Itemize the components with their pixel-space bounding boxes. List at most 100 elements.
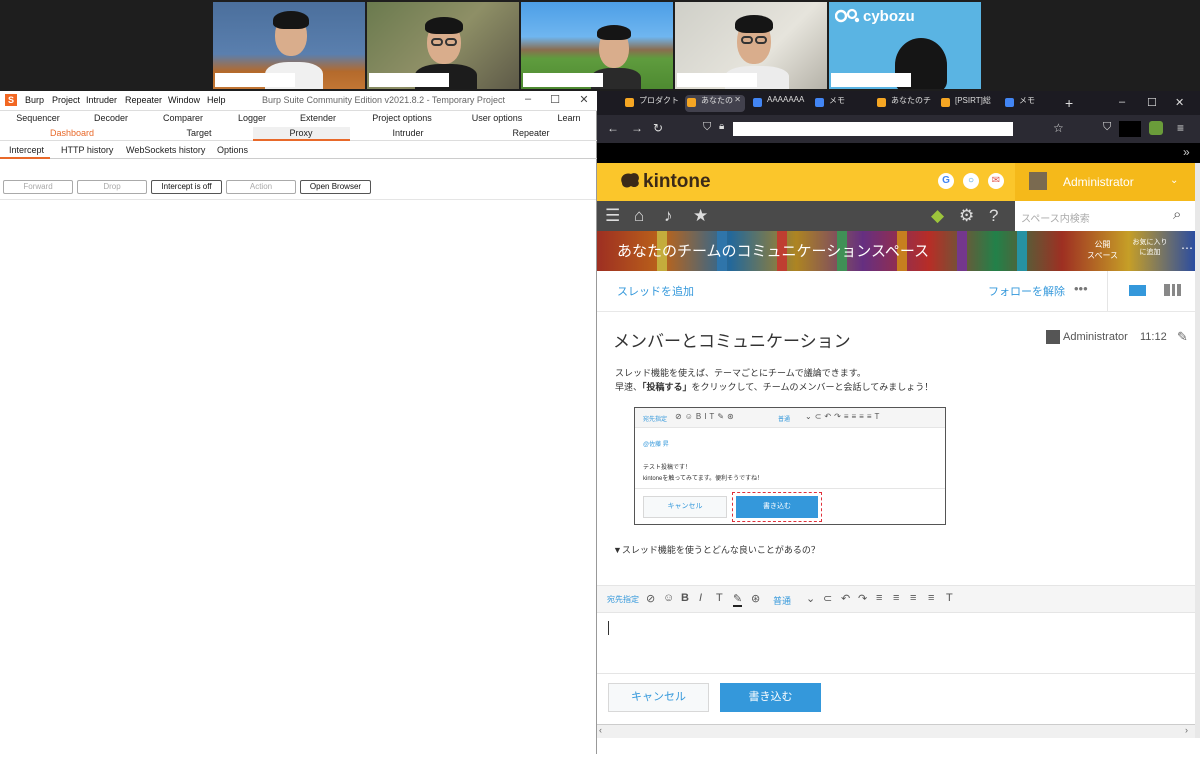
open-browser-button[interactable]: Open Browser (300, 180, 371, 194)
new-tab-icon[interactable]: + (1065, 95, 1073, 111)
video-tile-4[interactable] (675, 2, 827, 89)
drop-button[interactable]: Drop (77, 180, 147, 194)
maximize-icon[interactable]: ☐ (1147, 96, 1157, 109)
more-icon[interactable]: ⋯ (1181, 241, 1193, 255)
settings-gear-icon[interactable]: ⚙ (959, 206, 974, 226)
beginner-mark-icon[interactable]: ◆ (931, 206, 944, 226)
text-color-icon[interactable]: ✎ (733, 592, 743, 607)
bold-icon[interactable]: B (681, 592, 689, 604)
lock-icon[interactable]: 🔒︎ (719, 121, 724, 132)
subtab-options[interactable]: Options (217, 145, 248, 155)
tab-logger[interactable]: Logger (238, 113, 266, 123)
video-tile-3[interactable] (521, 2, 673, 89)
subtab-intercept[interactable]: Intercept (9, 145, 44, 155)
reload-icon[interactable]: ↻ (653, 121, 663, 135)
browser-tab-4[interactable]: メモ (813, 95, 869, 112)
more-options-icon[interactable]: ••• (1074, 281, 1088, 296)
url-bar[interactable] (733, 122, 1013, 136)
menu-help[interactable]: Help (207, 95, 226, 105)
google-app-icon[interactable]: G (938, 173, 954, 189)
tab-dashboard[interactable]: Dashboard (50, 128, 94, 138)
tab-proxy[interactable]: Proxy (289, 128, 312, 138)
tab-user-options[interactable]: User options (472, 113, 523, 123)
menu-window[interactable]: Window (168, 95, 200, 105)
menu-burp[interactable]: Burp (25, 95, 44, 105)
help-icon[interactable]: ? (989, 206, 998, 226)
tab-comparer[interactable]: Comparer (163, 113, 203, 123)
comment-editor-input[interactable] (597, 613, 1195, 673)
close-icon[interactable]: ✕ (576, 93, 592, 106)
browser-tab-6[interactable]: [PSIRT]総 (939, 95, 999, 112)
thread-author[interactable]: Administrator (1063, 331, 1128, 343)
tab-repeater[interactable]: Repeater (512, 128, 549, 138)
horizontal-scrollbar[interactable]: ‹ › (597, 724, 1195, 738)
scroll-left-icon[interactable]: ‹ (599, 725, 602, 735)
browser-tab-1[interactable]: プロダクトセ (623, 95, 679, 112)
tab-intruder[interactable]: Intruder (392, 128, 423, 138)
menu-project[interactable]: Project (52, 95, 80, 105)
align-center-icon[interactable]: ≡ (928, 592, 934, 604)
extension-icon[interactable] (1149, 121, 1163, 135)
subtab-http-history[interactable]: HTTP history (61, 145, 113, 155)
tab-extender[interactable]: Extender (300, 113, 336, 123)
vertical-scrollbar[interactable] (1195, 163, 1200, 738)
attach-icon[interactable]: ⊘ (646, 592, 655, 605)
maximize-icon[interactable]: ☐ (547, 93, 563, 106)
undo-icon[interactable]: ↶ (841, 592, 850, 605)
faq-toggle[interactable]: ▼スレッド機能を使うとどんな良いことがあるの？ (613, 543, 820, 556)
browser-tab-3[interactable]: AAAAAAA (751, 95, 807, 112)
redo-icon[interactable]: ↷ (858, 592, 867, 605)
tab-decoder[interactable]: Decoder (94, 113, 128, 123)
shield-icon[interactable]: ⛉ (703, 121, 711, 134)
write-button[interactable]: 書き込む (720, 683, 821, 712)
add-favorite-button[interactable]: お気に入り に追加 (1127, 237, 1173, 257)
browser-tab-2[interactable]: あなたの ✕ (685, 95, 745, 112)
subtab-websockets-history[interactable]: WebSockets history (126, 145, 205, 155)
intercept-toggle-button[interactable]: Intercept is off (151, 180, 222, 194)
mention-button[interactable]: 宛先指定 (607, 594, 639, 605)
user-menu[interactable]: Administrator ⌄ (1015, 163, 1195, 201)
forward-icon[interactable]: → (631, 121, 643, 135)
search-icon[interactable]: ⌕ (1173, 206, 1181, 223)
video-tile-1[interactable] (213, 2, 365, 89)
link-icon[interactable]: ⊂ (823, 592, 832, 605)
app-icon[interactable]: ○ (963, 173, 979, 189)
bookmark-star-icon[interactable]: ☆ (1053, 121, 1064, 135)
favorites-star-icon[interactable]: ★ (693, 206, 708, 226)
chevron-down-icon[interactable]: ⌄ (806, 592, 815, 605)
browser-tab-7[interactable]: メモ (1003, 95, 1059, 112)
unfollow-link[interactable]: フォローを解除 (988, 283, 1065, 299)
tab-target[interactable]: Target (186, 128, 211, 138)
forward-button[interactable]: Forward (3, 180, 73, 194)
align-left-icon[interactable]: ≡ (910, 592, 916, 604)
edit-icon[interactable]: ✎ (1177, 329, 1188, 345)
clear-format-icon[interactable]: T (946, 592, 953, 604)
notification-bell-icon[interactable]: ♪ (664, 206, 673, 226)
browser-tab-5[interactable]: あなたのチ (875, 95, 933, 112)
space-search-input[interactable]: スペース内検索 ⌕ (1015, 201, 1195, 231)
video-tile-5[interactable]: cybozu (829, 2, 981, 89)
menu-intruder[interactable]: Intruder (86, 95, 117, 105)
extension-icon[interactable] (1119, 121, 1141, 137)
tab-project-options[interactable]: Project options (372, 113, 432, 123)
pocket-icon[interactable]: ⛉ (1103, 121, 1111, 134)
video-tile-2[interactable] (367, 2, 519, 89)
scroll-right-icon[interactable]: › (1185, 725, 1188, 735)
hamburger-menu-icon[interactable]: ☰ (605, 206, 620, 226)
font-size-select[interactable]: 普通 (773, 594, 791, 607)
add-thread-link[interactable]: スレッドを追加 (617, 283, 694, 299)
column-view-icon[interactable] (1164, 284, 1181, 296)
minimize-icon[interactable]: – (1119, 96, 1125, 108)
highlight-icon[interactable]: ⊛ (751, 592, 760, 605)
mail-icon[interactable]: ✉ (988, 173, 1004, 189)
minimize-icon[interactable]: – (520, 93, 536, 105)
list-view-icon[interactable] (1129, 285, 1146, 296)
menu-icon[interactable]: ≡ (1177, 121, 1184, 135)
italic-icon[interactable]: I (699, 592, 702, 604)
home-icon[interactable]: ⌂ (634, 206, 644, 226)
tab-learn[interactable]: Learn (557, 113, 580, 123)
emoji-icon[interactable]: ☺ (663, 592, 674, 604)
numbered-list-icon[interactable]: ≡ (876, 592, 882, 604)
chevron-right-icon[interactable]: » (1183, 145, 1190, 159)
action-button[interactable]: Action (226, 180, 296, 194)
